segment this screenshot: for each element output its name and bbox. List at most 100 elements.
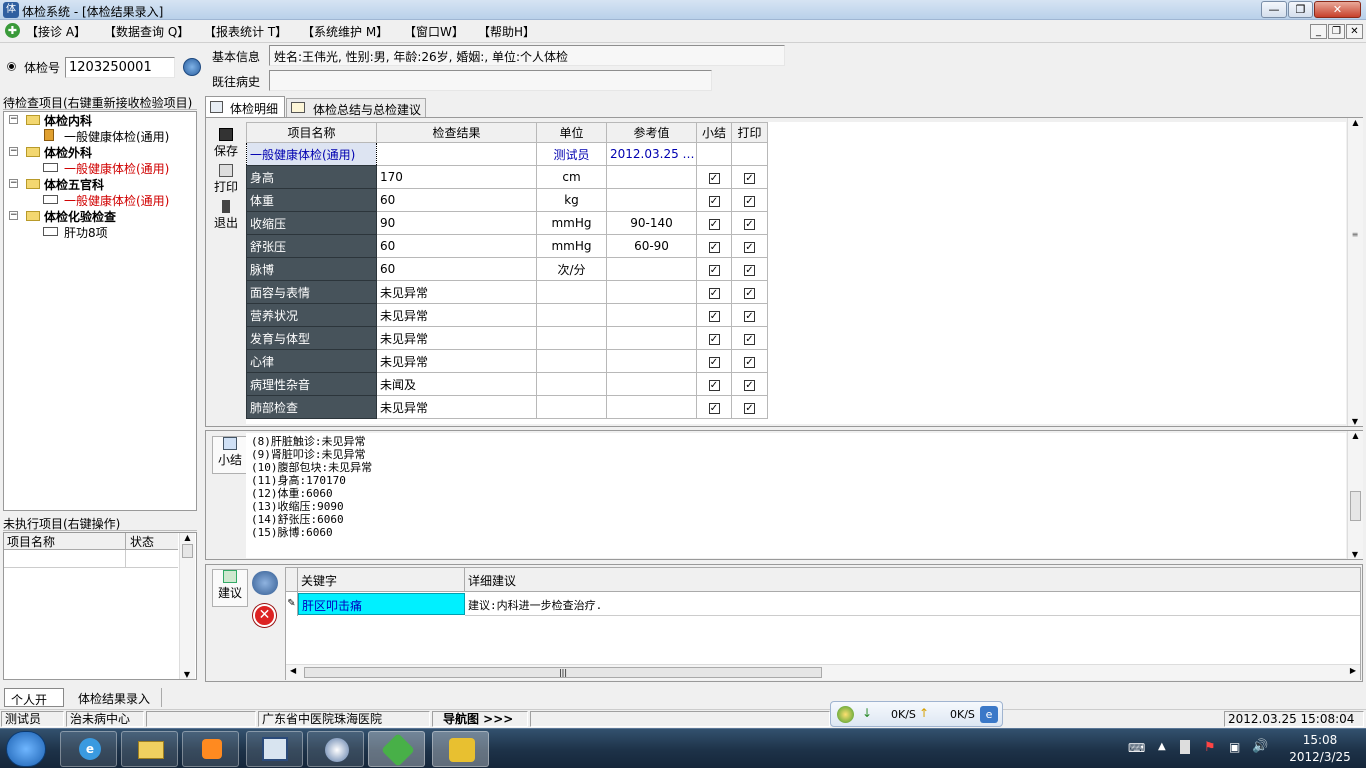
summary-checkbox[interactable]: ✓: [708, 173, 720, 184]
taskbar-app-1[interactable]: [246, 731, 303, 767]
tree-dept-lab[interactable]: 体检化验检查: [44, 208, 116, 225]
taskbar-explorer[interactable]: [121, 731, 178, 767]
table-row[interactable]: 舒张压 60 mmHg 60-90 ✓ ✓: [246, 234, 768, 258]
col-header-unit[interactable]: 单位: [536, 122, 607, 143]
result-cell[interactable]: 未见异常: [376, 280, 537, 304]
table-row[interactable]: 收缩压 90 mmHg 90-140 ✓ ✓: [246, 211, 768, 235]
app-menu-icon[interactable]: ✚: [5, 23, 20, 38]
summary-tab[interactable]: 小结: [212, 436, 248, 474]
table-row[interactable]: 肺部检查 未见异常 ✓ ✓: [246, 395, 768, 419]
save-button[interactable]: 保存: [208, 128, 244, 159]
col-header-result[interactable]: 检查结果: [376, 122, 537, 143]
print-checkbox[interactable]: ✓: [744, 265, 755, 276]
print-checkbox[interactable]: ✓: [744, 357, 755, 368]
col-header-status[interactable]: 状态: [126, 533, 178, 550]
group-name-cell[interactable]: 一般健康体检(通用): [246, 142, 377, 166]
result-cell[interactable]: 未见异常: [376, 326, 537, 350]
print-checkbox[interactable]: ✓: [744, 311, 755, 322]
menu-window[interactable]: 【窗口W】: [404, 23, 464, 40]
tree-item-surgery-general[interactable]: 一般健康体检(通用): [64, 160, 169, 177]
summary-textarea[interactable]: (8)肝脏触诊:未见异常 (9)肾脏叩诊:未见异常 (10)腹部包块:未见异常 (11…: [246, 433, 1346, 558]
list-item[interactable]: [4, 550, 178, 568]
menu-help[interactable]: 【帮助H】: [478, 23, 535, 40]
table-row[interactable]: 脉博 60 次/分 ✓ ✓: [246, 257, 768, 281]
menu-reception[interactable]: 【接诊 A】: [26, 23, 86, 40]
col-header-keyword[interactable]: 关键字: [298, 568, 465, 592]
summary-checkbox[interactable]: ✓: [708, 196, 720, 207]
window-tab-personal-order[interactable]: 个人开单: [4, 688, 64, 724]
volume-icon[interactable]: 🔊: [1252, 739, 1268, 754]
print-checkbox[interactable]: ✓: [744, 380, 755, 391]
network-speed-widget[interactable]: ↓ 0K/S ↑ 0K/S e: [830, 701, 1003, 727]
table-row[interactable]: 病理性杂音 未闻及 ✓ ✓: [246, 372, 768, 396]
summary-checkbox[interactable]: ✓: [708, 334, 720, 345]
col-header-item-name[interactable]: 项目名称: [246, 122, 377, 143]
result-cell[interactable]: 未见异常: [376, 395, 537, 419]
advice-tab[interactable]: 建议: [212, 569, 248, 607]
taskbar-media[interactable]: [182, 731, 239, 767]
print-checkbox[interactable]: ✓: [744, 173, 755, 184]
print-checkbox[interactable]: ✓: [744, 334, 755, 345]
table-row[interactable]: 一般健康体检(通用) 测试员 2012.03.25 …: [246, 142, 768, 166]
status-nav-link[interactable]: 导航图 >>>: [432, 711, 528, 727]
exam-no-radio[interactable]: [7, 62, 16, 71]
maximize-button[interactable]: ❐: [1288, 1, 1313, 18]
tab-summary[interactable]: 体检总结与总检建议: [286, 98, 426, 117]
result-cell[interactable]: 未见异常: [376, 303, 537, 327]
result-cell[interactable]: [376, 142, 537, 166]
close-button[interactable]: ✕: [1314, 1, 1361, 18]
summary-checkbox[interactable]: ✓: [708, 380, 720, 391]
print-checkbox[interactable]: ✓: [744, 288, 755, 299]
summary-checkbox[interactable]: ✓: [708, 242, 720, 253]
start-button[interactable]: [6, 731, 46, 767]
taskbar-health-system[interactable]: [368, 731, 425, 767]
print-button[interactable]: 打印: [208, 164, 244, 195]
summary-checkbox[interactable]: ✓: [708, 219, 720, 230]
vertical-scrollbar[interactable]: ▲ ▼: [1347, 431, 1363, 559]
summary-checkbox[interactable]: ✓: [708, 403, 720, 414]
tree-item-internal-general[interactable]: 一般健康体检(通用): [64, 128, 169, 145]
col-header-detail-advice[interactable]: 详细建议: [465, 568, 1360, 592]
result-cell[interactable]: 60: [376, 257, 537, 281]
print-checkbox[interactable]: ✓: [744, 219, 755, 230]
table-row[interactable]: 身高 170 cm ✓ ✓: [246, 165, 768, 189]
col-header-reference[interactable]: 参考值: [606, 122, 697, 143]
window-tab-result-entry[interactable]: 体检结果录入: [68, 688, 162, 707]
print-checkbox[interactable]: ✓: [744, 242, 755, 253]
result-cell[interactable]: 90: [376, 211, 537, 235]
menu-data-query[interactable]: 【数据查询 Q】: [104, 23, 189, 40]
taskbar-app-3[interactable]: [432, 731, 489, 767]
summary-checkbox[interactable]: ✓: [708, 357, 720, 368]
result-cell[interactable]: 60: [376, 188, 537, 212]
print-checkbox[interactable]: ✓: [744, 196, 755, 207]
table-row[interactable]: 发育与体型 未见异常 ✓ ✓: [246, 326, 768, 350]
horizontal-scrollbar[interactable]: ◀ ||| ▶: [286, 664, 1360, 680]
menu-report-stats[interactable]: 【报表统计 T】: [204, 23, 287, 40]
exam-no-input[interactable]: 1203250001: [65, 57, 175, 78]
history-field[interactable]: [269, 70, 712, 91]
show-hidden-icons[interactable]: ▲: [1158, 741, 1166, 752]
advice-detail-cell[interactable]: 建议:内科进一步检查治疗.: [465, 592, 1360, 616]
result-cell[interactable]: 未闻及: [376, 372, 537, 396]
vertical-scrollbar[interactable]: ▲ ≡ ▼: [1347, 118, 1363, 426]
tree-item-ent-general[interactable]: 一般健康体检(通用): [64, 192, 169, 209]
mdi-close-button[interactable]: ✕: [1346, 24, 1363, 39]
search-person-icon[interactable]: [183, 58, 201, 76]
tree-dept-internal[interactable]: 体检内科: [44, 112, 92, 129]
taskbar-app-2[interactable]: [307, 731, 364, 767]
usb-device-icon[interactable]: [1180, 740, 1190, 754]
exit-button[interactable]: 退出: [208, 200, 244, 231]
col-header-print[interactable]: 打印: [731, 122, 768, 143]
table-row[interactable]: 体重 60 kg ✓ ✓: [246, 188, 768, 212]
advice-keyword-cell[interactable]: 肝区叩击痛: [298, 593, 465, 615]
tree-dept-surgery[interactable]: 体检外科: [44, 144, 92, 161]
tab-detail[interactable]: 体检明细: [205, 96, 285, 117]
result-cell[interactable]: 未见异常: [376, 349, 537, 373]
menu-system-maintenance[interactable]: 【系统维护 M】: [302, 23, 388, 40]
delete-icon[interactable]: ✕: [253, 604, 276, 627]
clock-date[interactable]: 2012/3/25: [1284, 750, 1356, 764]
summary-checkbox[interactable]: ✓: [708, 288, 720, 299]
doctor-advice-icon[interactable]: [252, 571, 278, 595]
table-row[interactable]: 心律 未见异常 ✓ ✓: [246, 349, 768, 373]
flag-alert-icon[interactable]: ⚑: [1204, 740, 1216, 755]
